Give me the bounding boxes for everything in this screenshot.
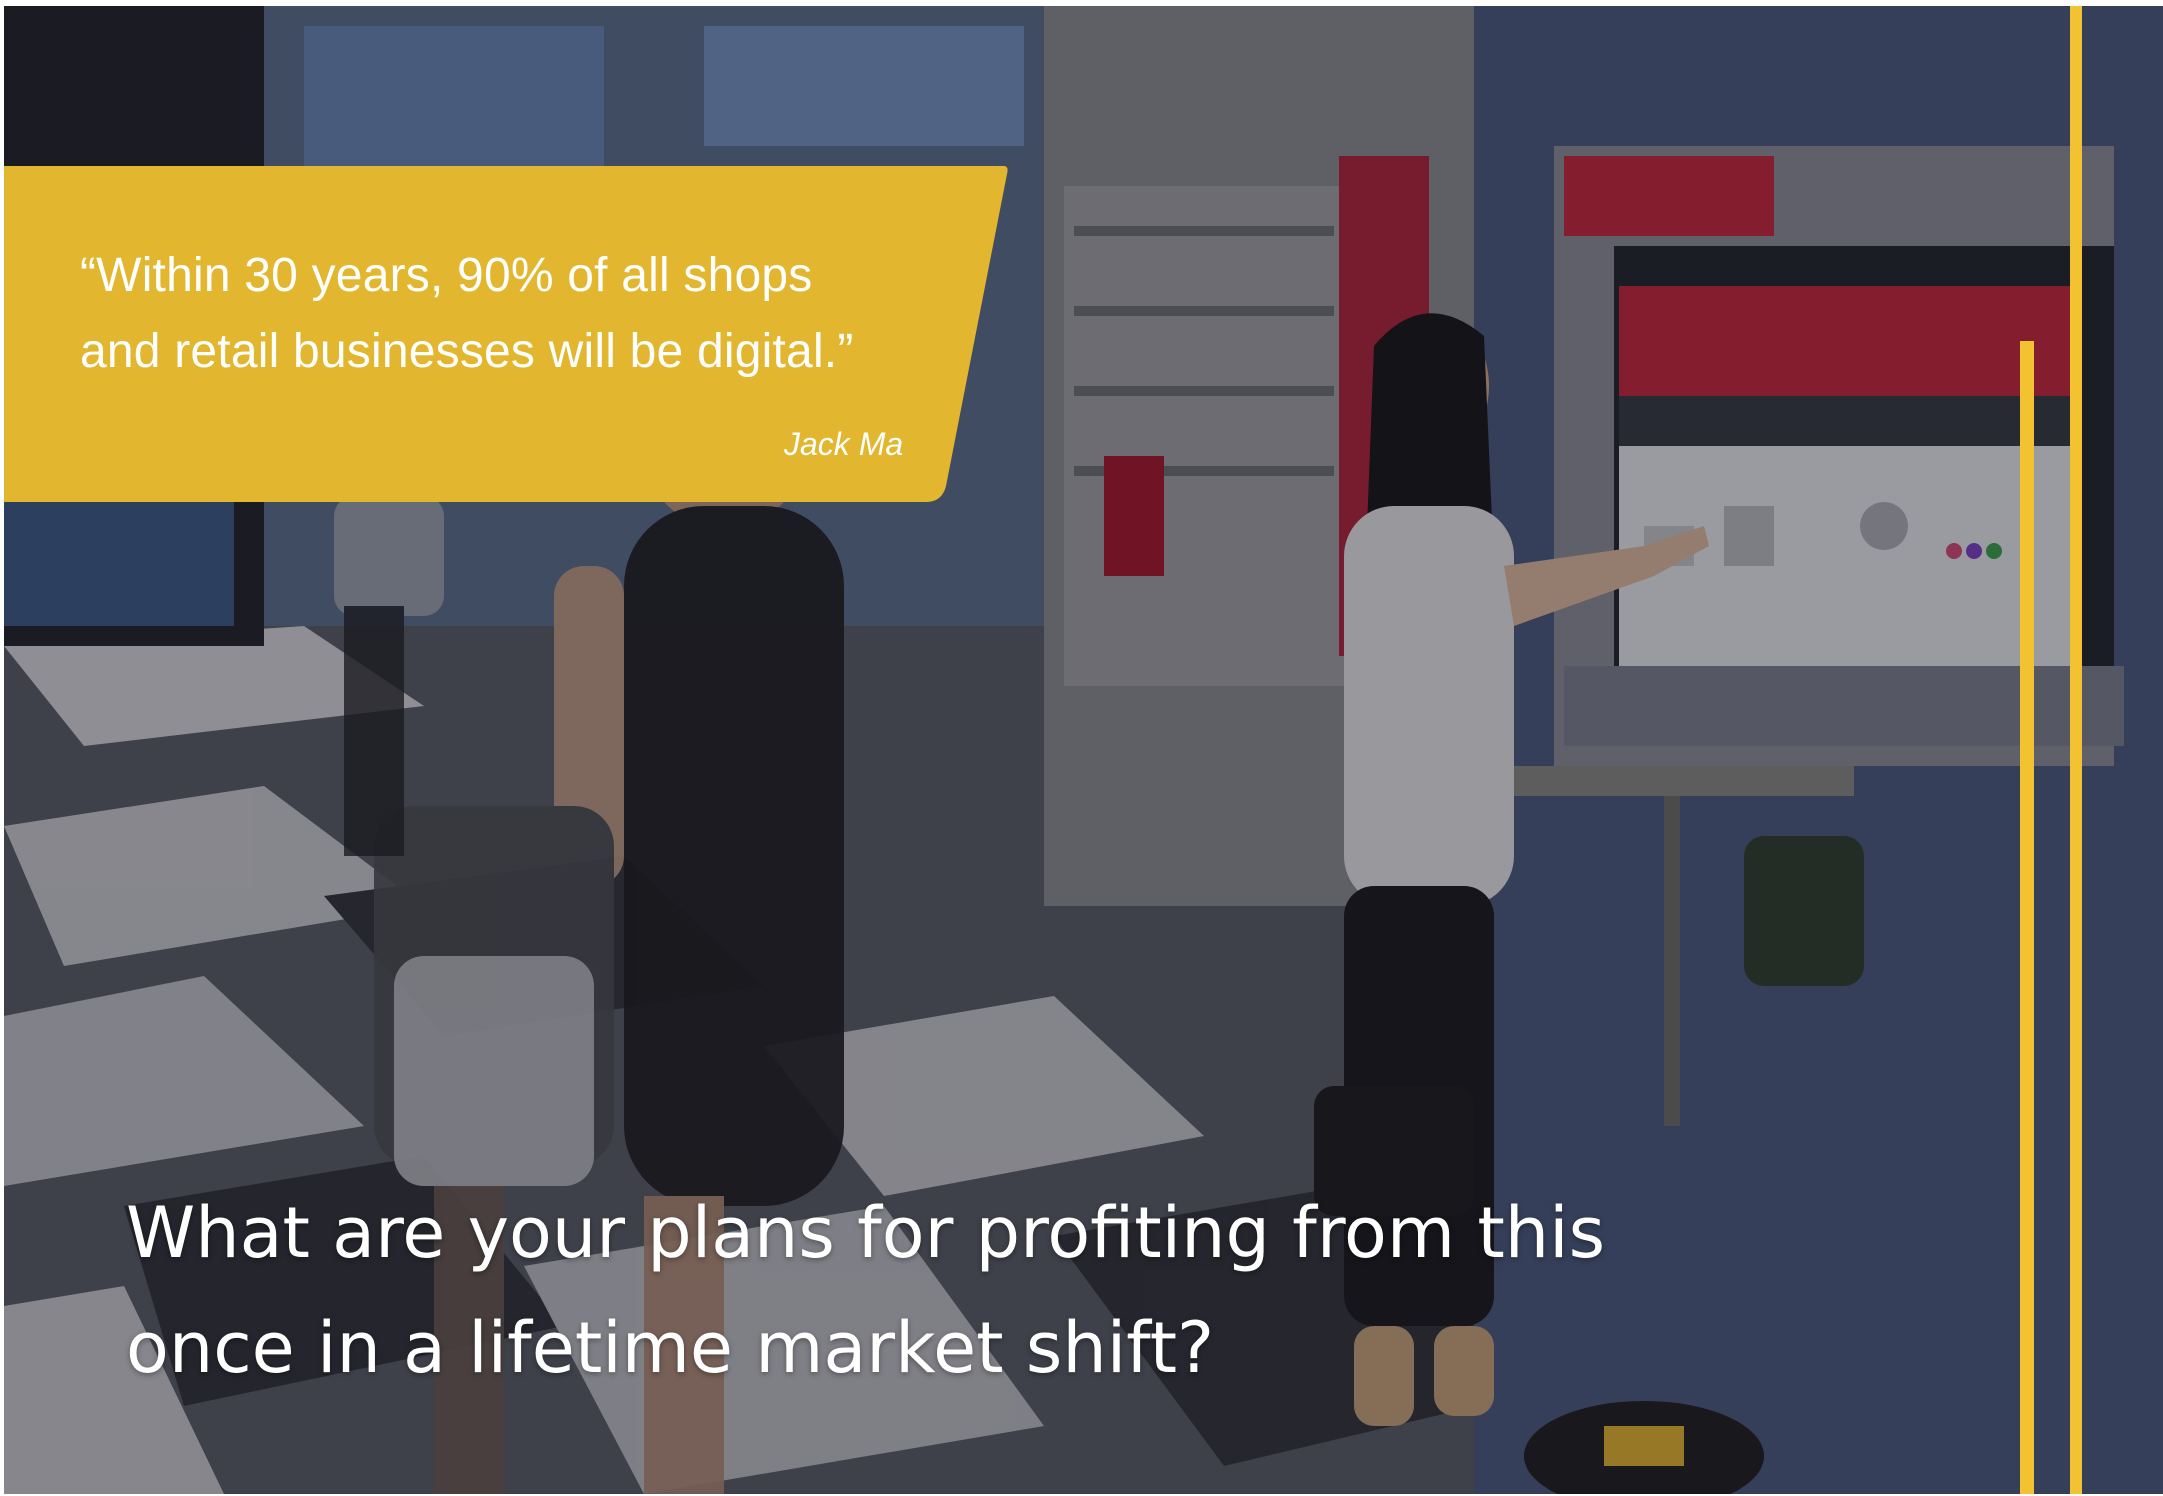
headline-line-1: What are your plans for profiting from t…: [126, 1192, 1606, 1274]
quote-line-1: “Within 30 years, 90% of all shops: [80, 249, 813, 302]
quote-text: “Within 30 years, 90% of all shops and r…: [80, 238, 960, 390]
quote-author: Jack Ma: [784, 426, 904, 462]
accent-line-outer: [2070, 6, 2082, 1494]
photo-frame: “Within 30 years, 90% of all shops and r…: [4, 6, 2163, 1494]
headline-line-2: once in a lifetime market shift?: [126, 1307, 1215, 1389]
headline: What are your plans for profiting from t…: [126, 1176, 1626, 1406]
quote-line-2: and retail businesses will be digital.”: [80, 325, 854, 378]
accent-line-inner: [2020, 341, 2034, 1494]
